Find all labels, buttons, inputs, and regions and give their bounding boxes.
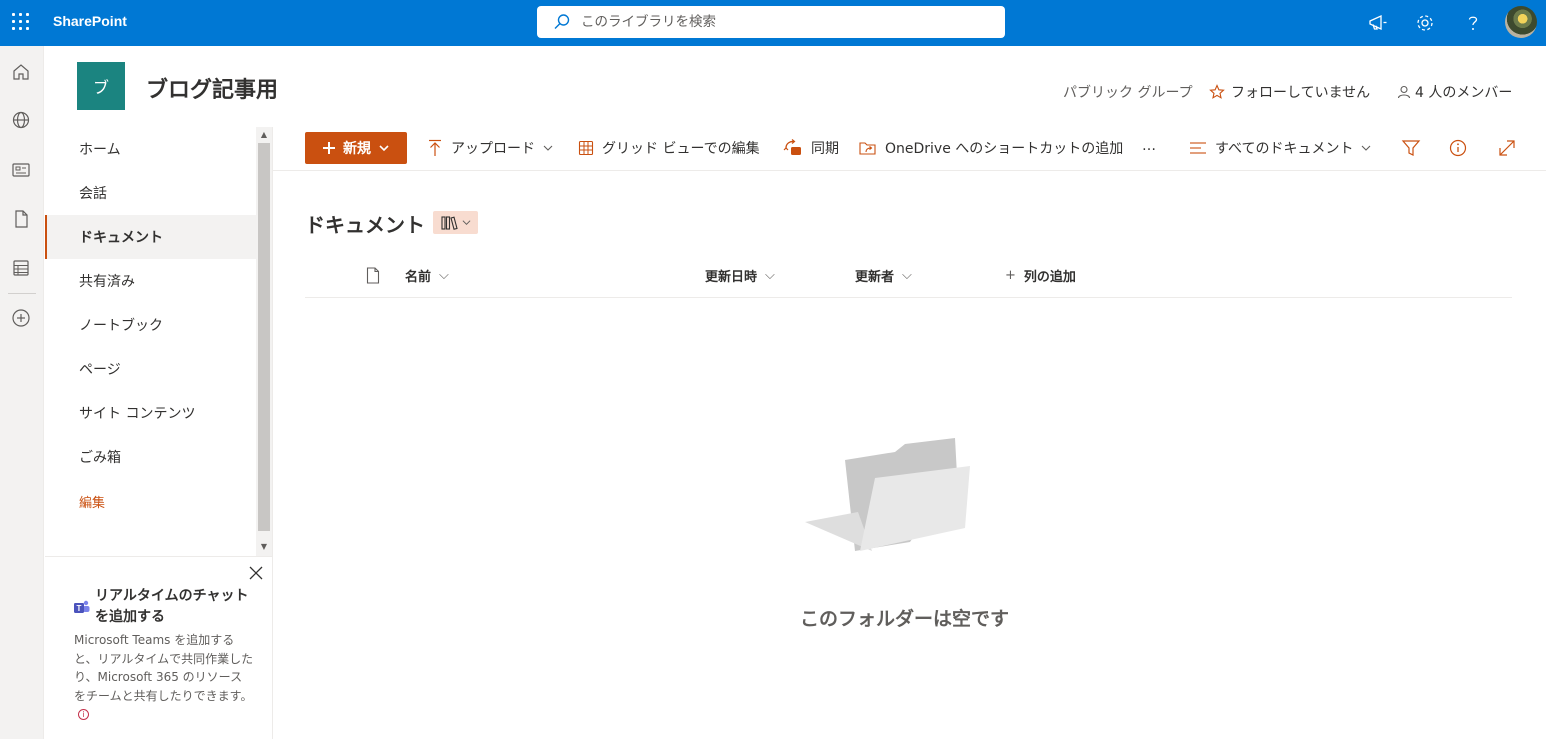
nav-item-pages[interactable]: ページ <box>45 347 256 391</box>
person-icon <box>1397 85 1411 99</box>
column-modified-label: 更新日時 <box>705 270 758 285</box>
empty-folder-icon <box>805 438 970 551</box>
left-nav: ホーム 会話 ドキュメント 共有済み ノートブック ページ サイト コンテンツ … <box>45 127 272 557</box>
content-divider <box>272 127 273 739</box>
chevron-down-icon <box>1362 145 1371 151</box>
upload-button[interactable]: アップロード <box>427 138 553 158</box>
plus-icon <box>323 142 335 154</box>
chevron-down-icon: ⌵ <box>439 268 449 283</box>
search-icon <box>554 14 570 29</box>
info-icon[interactable]: i <box>78 709 89 720</box>
chevron-down-icon: ⌵ <box>765 268 775 283</box>
promo-title: リアルタイムのチャットを追加する <box>95 588 249 625</box>
chevron-down-icon <box>379 145 389 152</box>
nav-item-conversations[interactable]: 会話 <box>45 171 256 215</box>
brand-name[interactable]: SharePoint <box>53 13 127 29</box>
column-modified-by-label: 更新者 <box>855 270 895 285</box>
grid-icon <box>578 140 594 156</box>
view-switcher-button[interactable] <box>433 211 478 234</box>
add-column-label: 列の追加 <box>1023 270 1076 285</box>
waffle-icon[interactable] <box>12 13 30 31</box>
more-commands-button[interactable]: … <box>1142 136 1156 156</box>
help-icon[interactable] <box>1462 12 1484 34</box>
more-icon: … <box>1142 138 1156 154</box>
nav-item-documents[interactable]: ドキュメント <box>45 215 256 259</box>
grid-edit-button[interactable]: グリッド ビューでの編集 <box>578 138 760 158</box>
site-logo[interactable]: ブ <box>77 62 125 110</box>
news-icon[interactable] <box>11 160 31 180</box>
column-name-label: 名前 <box>405 270 432 285</box>
search-input[interactable] <box>581 12 981 32</box>
grid-edit-label: グリッド ビューでの編集 <box>602 141 760 157</box>
gear-icon[interactable] <box>1414 12 1436 34</box>
sync-icon <box>783 139 801 155</box>
onedrive-shortcut-label: OneDrive へのショートカットの追加 <box>885 141 1124 157</box>
nav-item-recycle-bin[interactable]: ごみ箱 <box>45 435 256 479</box>
upload-icon <box>429 139 441 156</box>
column-header-modified-by[interactable]: 更新者 ⌵ <box>855 266 912 285</box>
add-circle-icon[interactable] <box>11 308 31 328</box>
close-icon[interactable] <box>248 565 264 581</box>
star-icon <box>1209 84 1225 99</box>
filter-icon[interactable] <box>1400 137 1422 159</box>
members-button[interactable]: 4 人のメンバー <box>1397 82 1512 102</box>
members-label: 4 人のメンバー <box>1415 85 1513 101</box>
site-title[interactable]: ブログ記事用 <box>146 72 278 104</box>
column-header-name[interactable]: 名前 ⌵ <box>405 266 449 285</box>
nav-scrollbar-thumb[interactable] <box>258 143 270 531</box>
nav-item-home[interactable]: ホーム <box>45 127 256 171</box>
list-icon[interactable] <box>11 258 31 278</box>
rail-divider <box>8 293 36 294</box>
add-column-button[interactable]: + 列の追加 <box>1005 266 1076 285</box>
new-button-label: 新規 <box>343 141 371 157</box>
promo-description: Microsoft Teams を追加すると、リアルタイムで共同作業したり、Mi… <box>74 633 254 703</box>
teams-icon: T <box>74 600 90 613</box>
onedrive-shortcut-button[interactable]: OneDrive へのショートカットの追加 <box>859 138 1123 158</box>
scroll-up-icon[interactable]: ▲ <box>259 130 269 139</box>
megaphone-icon[interactable] <box>1367 12 1389 34</box>
app-rail <box>0 46 44 739</box>
suite-bar: SharePoint <box>0 0 1546 46</box>
folder-shortcut-icon <box>859 142 876 155</box>
chevron-down-icon <box>543 145 553 151</box>
sync-button[interactable]: 同期 <box>783 138 839 158</box>
follow-label: フォローしていません <box>1231 85 1371 101</box>
plus-icon: + <box>1005 268 1016 283</box>
promo-text: Microsoft Teams を追加すると、リアルタイムで共同作業したり、Mi… <box>74 631 254 724</box>
nav-divider <box>45 556 272 557</box>
scroll-down-icon[interactable]: ▼ <box>259 542 269 551</box>
nav-item-notebook[interactable]: ノートブック <box>45 303 256 347</box>
group-type: パブリック グループ <box>1063 85 1193 101</box>
nav-item-shared[interactable]: 共有済み <box>45 259 256 303</box>
svg-text:T: T <box>77 604 82 613</box>
expand-icon[interactable] <box>1496 137 1518 159</box>
view-label: すべてのドキュメント <box>1215 141 1354 157</box>
file-icon[interactable] <box>11 209 31 229</box>
empty-folder-message: このフォルダーは空です <box>800 608 1010 630</box>
sync-label: 同期 <box>811 141 839 157</box>
library-icon <box>440 215 458 230</box>
new-button[interactable]: 新規 <box>305 132 407 164</box>
view-selector[interactable]: すべてのドキュメント <box>1189 138 1371 158</box>
column-header-modified[interactable]: 更新日時 ⌵ <box>705 266 775 285</box>
globe-icon[interactable] <box>11 110 31 130</box>
view-list-icon <box>1190 142 1206 154</box>
library-title: ドキュメント <box>305 213 425 237</box>
column-header-divider <box>305 297 1512 298</box>
search-box[interactable] <box>537 6 1005 38</box>
nav-item-site-contents[interactable]: サイト コンテンツ <box>45 391 256 435</box>
chevron-down-icon <box>462 220 470 226</box>
avatar[interactable] <box>1505 6 1537 38</box>
home-icon[interactable] <box>11 62 31 82</box>
nav-edit-link[interactable]: 編集 <box>45 479 256 523</box>
chevron-down-icon: ⌵ <box>902 268 912 283</box>
info-icon[interactable] <box>1447 137 1469 159</box>
upload-label: アップロード <box>451 141 535 157</box>
file-type-icon[interactable] <box>366 267 380 284</box>
follow-button[interactable]: フォローしていません <box>1209 82 1370 102</box>
